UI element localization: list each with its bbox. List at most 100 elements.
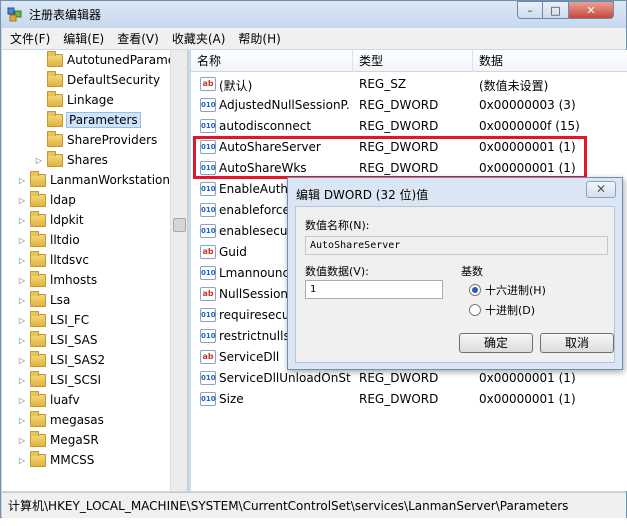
expand-icon[interactable] [34,95,44,105]
tree-item[interactable]: ▷ LSI_SAS [17,330,98,350]
tree-item[interactable]: AutotunedParame [34,50,175,70]
expand-icon[interactable]: ▷ [17,195,27,205]
binary-value-icon: 010 [200,140,216,154]
menu-edit[interactable]: 编辑(E) [58,30,109,47]
tree-item[interactable]: ▷ lltdsvc [17,250,89,270]
folder-icon [30,290,46,307]
folder-icon [30,190,46,207]
expand-icon[interactable]: ▷ [17,375,27,385]
expand-icon[interactable]: ▷ [17,395,27,405]
folder-icon [30,370,46,387]
list-item[interactable]: 010 ServiceDllUnloadOnSt... REG_DWORD 0x000… [191,368,627,389]
tree-item[interactable]: ▷ LanmanWorkstation [17,170,170,190]
expand-icon[interactable] [34,55,44,65]
expand-icon[interactable]: ▷ [17,435,27,445]
expand-icon[interactable]: ▷ [17,355,27,365]
expand-icon[interactable]: ▷ [34,155,44,165]
expand-icon[interactable]: ▷ [17,175,27,185]
tree-item[interactable]: ▷ Shares [34,150,108,170]
tree-item[interactable]: ▷ lmhosts [17,270,97,290]
expand-icon[interactable]: ▷ [17,415,27,425]
list-item[interactable]: 010 AutoShareWks REG_DWORD 0x00000001 (1) [191,158,627,179]
list-item[interactable]: 010 AutoShareServer REG_DWORD 0x00000001 (1… [191,137,627,158]
tree-item[interactable]: ▷ lltdio [17,230,80,250]
list-item[interactable]: 010 Size REG_DWORD 0x00000001 (1) [191,389,627,410]
expand-icon[interactable]: ▷ [17,335,27,345]
binary-value-icon: 010 [200,266,216,280]
radio-unselected-icon[interactable] [469,304,481,316]
folder-icon [47,130,63,147]
folder-icon [47,90,63,107]
value-type-cell: REG_DWORD [359,392,439,406]
string-value-icon: ab [200,350,216,364]
list-item[interactable]: ab (默认) REG_SZ (数值未设置) [191,74,627,95]
menu-file[interactable]: 文件(F) [5,30,55,47]
close-button[interactable]: ✕ [568,1,614,19]
tree-item[interactable]: ▷ MMCSS [17,450,94,470]
menu-view[interactable]: 查看(V) [112,30,164,47]
value-name-cell: ServiceDllUnloadOnSt... [219,371,351,385]
tree-item[interactable]: ▷ LSI_FC [17,310,89,330]
expand-icon[interactable]: ▷ [17,295,27,305]
dialog-body: 数值名称(N): AutoShareServer 数值数据(V): 1 基数 十… [295,206,615,363]
folder-icon [30,390,46,407]
tree-item[interactable]: ▷ MegaSR [17,430,99,450]
maximize-button[interactable]: □ [542,1,569,19]
menu-favorites[interactable]: 收藏夹(A) [167,30,231,47]
value-name-cell: Size [219,392,244,406]
base-group-label: 基数 [461,265,483,278]
column-name-header[interactable]: 名称 [191,50,353,72]
expand-icon[interactable]: ▷ [17,455,27,465]
expand-icon[interactable]: ▷ [17,315,27,325]
column-type-header[interactable]: 类型 [353,50,473,72]
expand-icon[interactable]: ▷ [17,275,27,285]
tree-item[interactable]: ▷ LSI_SAS2 [17,350,105,370]
value-data-cell: 0x00000001 (1) [479,161,576,175]
value-data-cell: 0x00000001 (1) [479,392,576,406]
status-bar-path: 计算机\HKEY_LOCAL_MACHINE\SYSTEM\CurrentCon… [2,492,626,518]
value-name-cell: (默认) [219,79,253,93]
value-data-cell: 0x00000001 (1) [479,140,576,154]
expand-icon[interactable]: ▷ [17,215,27,225]
value-data-input[interactable]: 1 [305,280,443,299]
tree-item[interactable]: ▷ ldpkit [17,210,84,230]
tree-scrollbar[interactable] [170,50,187,491]
cancel-button[interactable]: 取消 [540,333,614,353]
radio-hex[interactable]: 十六进制(H) [469,282,546,298]
expand-icon[interactable] [34,135,44,145]
value-type-cell: REG_DWORD [359,140,439,154]
folder-icon [47,70,63,87]
expand-icon[interactable] [34,75,44,85]
tree-scroll-thumb[interactable] [173,218,186,232]
tree-item[interactable]: ▷ megasas [17,410,104,430]
list-item[interactable]: 010 autodisconnect REG_DWORD 0x0000000f (15… [191,116,627,137]
folder-icon [30,410,46,427]
folder-icon [30,450,46,467]
ok-button[interactable]: 确定 [459,333,533,353]
value-name-cell: autodisconnect [219,119,312,133]
tree-item[interactable]: ▷ luafv [17,390,80,410]
tree-item[interactable]: ▷ LSI_SCSI [17,370,101,390]
list-item[interactable]: 010 AdjustedNullSessionP... REG_DWORD 0x000… [191,95,627,116]
dialog-close-button[interactable]: ✕ [586,181,616,198]
tree-item[interactable]: Linkage [34,90,114,110]
menu-help[interactable]: 帮助(H) [233,30,285,47]
folder-icon [30,430,46,447]
expand-icon[interactable]: ▷ [17,235,27,245]
tree-item[interactable]: ShareProviders [34,130,157,150]
folder-icon [30,230,46,247]
tree-item-parameters[interactable]: Parameters [34,110,141,130]
folder-icon [30,170,46,187]
tree-item[interactable]: ▷ ldap [17,190,76,210]
minimize-button[interactable]: – [517,1,543,19]
radio-decimal[interactable]: 十进制(D) [469,302,535,318]
radio-selected-icon[interactable] [469,284,481,296]
value-data-cell: (数值未设置) [479,79,549,93]
tree-item[interactable]: DefaultSecurity [34,70,160,90]
expand-icon[interactable]: ▷ [17,255,27,265]
column-data-header[interactable]: 数据 [473,50,627,72]
folder-icon [30,270,46,287]
expand-icon[interactable] [34,115,44,125]
tree-item[interactable]: ▷ Lsa [17,290,70,310]
binary-value-icon: 010 [200,371,216,385]
